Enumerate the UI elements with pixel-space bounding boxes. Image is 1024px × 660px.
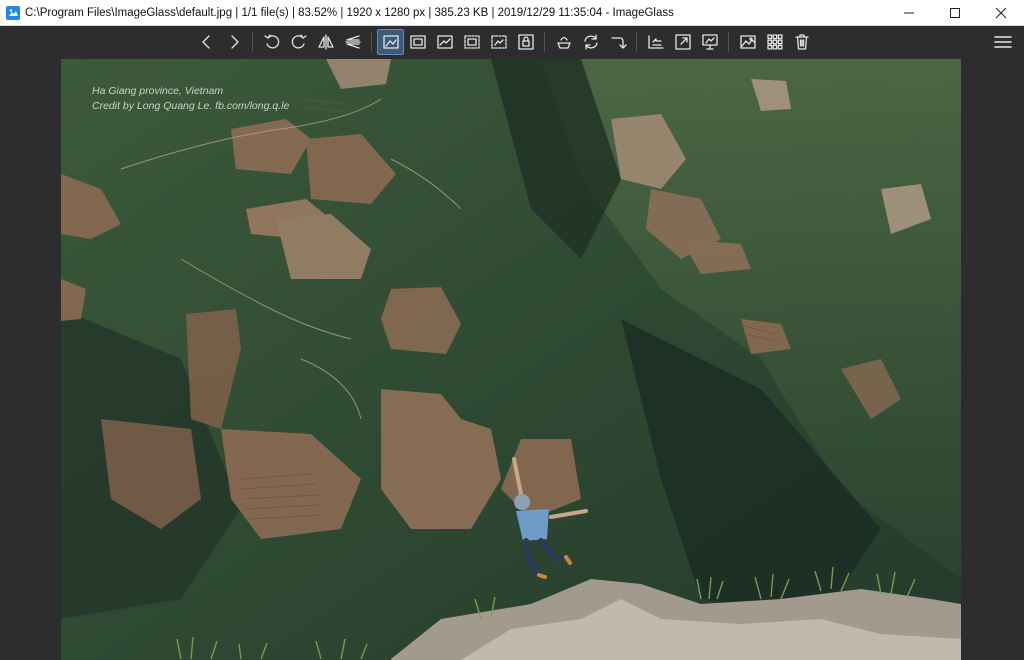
auto-zoom-icon [382, 35, 399, 49]
toolbar-separator [371, 32, 372, 52]
flip-horizontal-icon [317, 34, 334, 50]
goto-image-button[interactable] [604, 29, 631, 55]
checkerboard-icon [647, 35, 664, 49]
open-with-icon [556, 36, 571, 49]
flip-vertical-icon [344, 35, 361, 49]
displayed-photo: Ha Giang province, Vietnam Credit by Lon… [61, 59, 961, 660]
fullscreen-icon [674, 34, 691, 50]
toolbar-separator [636, 32, 637, 52]
lock-zoom-ratio-icon [409, 35, 426, 49]
toolbar-separator [252, 32, 253, 52]
slideshow-icon [701, 34, 718, 50]
toolbar-separator [728, 32, 729, 52]
minimize-icon [904, 12, 914, 14]
close-icon [995, 7, 1007, 19]
photo-caption: Ha Giang province, Vietnam Credit by Lon… [92, 84, 289, 114]
fullscreen-button[interactable] [669, 29, 696, 55]
caption-location: Ha Giang province, Vietnam [92, 85, 224, 97]
next-image-icon [230, 35, 239, 49]
scale-to-fit-button[interactable] [485, 29, 512, 55]
scale-to-width-icon [436, 35, 453, 49]
checkerboard-button[interactable] [642, 29, 669, 55]
toolbar-separator [544, 32, 545, 52]
delete-button[interactable] [788, 29, 815, 55]
set-wallpaper-button[interactable] [734, 29, 761, 55]
next-image-button[interactable] [220, 29, 247, 55]
delete-icon [794, 34, 809, 50]
scale-to-fit-icon [490, 35, 507, 49]
lock-zoom-ratio-button[interactable] [404, 29, 431, 55]
rotate-right-button[interactable] [285, 29, 312, 55]
main-menu-button[interactable] [990, 29, 1016, 55]
set-wallpaper-icon [739, 35, 756, 49]
caption-credit: Credit by Long Quang Le. fb.com/long.q.l… [92, 100, 290, 112]
minimize-button[interactable] [886, 0, 932, 26]
slideshow-button[interactable] [696, 29, 723, 55]
maximize-button[interactable] [932, 0, 978, 26]
lock-zoom-icon [517, 34, 534, 50]
close-button[interactable] [978, 0, 1024, 26]
maximize-icon [950, 8, 960, 18]
landscape-photo-icon [61, 59, 961, 660]
window-title: C:\Program Files\ImageGlass\default.jpg … [25, 6, 674, 19]
rotate-right-icon [291, 34, 307, 49]
scale-to-height-button[interactable] [458, 29, 485, 55]
refresh-button[interactable] [577, 29, 604, 55]
toolbar [0, 26, 1024, 58]
rotate-left-icon [263, 34, 279, 49]
hamburger-menu-icon [994, 36, 1012, 48]
goto-image-icon [610, 37, 627, 49]
rotate-left-button[interactable] [258, 29, 285, 55]
scale-to-width-button[interactable] [431, 29, 458, 55]
thumbnail-button[interactable] [761, 29, 788, 55]
previous-image-button[interactable] [193, 29, 220, 55]
scale-to-height-icon [463, 35, 480, 49]
image-viewer[interactable]: Ha Giang province, Vietnam Credit by Lon… [0, 58, 1024, 660]
imageglass-logo-icon [6, 5, 20, 20]
title-bar: C:\Program Files\ImageGlass\default.jpg … [0, 0, 1024, 26]
refresh-icon [583, 34, 598, 50]
auto-zoom-button[interactable] [377, 29, 404, 55]
flip-vertical-button[interactable] [339, 29, 366, 55]
flip-horizontal-button[interactable] [312, 29, 339, 55]
open-with-button[interactable] [550, 29, 577, 55]
previous-image-icon [201, 35, 210, 49]
thumbnail-icon [766, 34, 783, 50]
lock-zoom-button[interactable] [512, 29, 539, 55]
